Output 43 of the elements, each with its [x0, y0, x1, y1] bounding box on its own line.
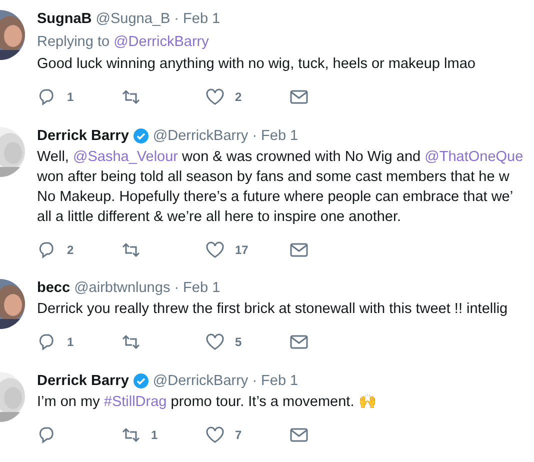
verified-badge-icon — [132, 128, 149, 144]
tweet-time[interactable]: · Feb 1 — [252, 370, 298, 392]
retweet-count: 1 — [151, 428, 158, 442]
heart-icon[interactable] — [205, 426, 225, 444]
retweet-icon[interactable] — [121, 88, 141, 106]
replying-label: Replying to — [37, 34, 110, 50]
mention-link[interactable]: @DerrickBarry — [114, 34, 209, 50]
retweet-icon[interactable] — [121, 426, 141, 444]
mention-link[interactable]: @Sasha_Velour — [73, 148, 178, 165]
tweet-time[interactable]: · Feb 1 — [174, 8, 220, 30]
like-count: 17 — [235, 242, 248, 257]
reply-count: 2 — [67, 242, 74, 257]
heart-icon[interactable] — [205, 332, 225, 351]
mail-icon[interactable] — [289, 426, 309, 444]
user-handle[interactable]: @DerrickBarry — [152, 370, 248, 392]
user-name[interactable]: Derrick Barry — [37, 370, 129, 392]
heart-icon[interactable] — [205, 88, 225, 106]
tweet-time[interactable]: · Feb 1 — [252, 124, 298, 147]
user-name[interactable]: SugnaB — [37, 8, 92, 30]
retweet-icon[interactable] — [121, 332, 141, 351]
reply-count: 1 — [67, 90, 74, 104]
user-name[interactable]: becc — [37, 276, 70, 299]
user-handle[interactable]: @airbtwnlungs — [74, 276, 170, 299]
mention-link[interactable]: @ThatOneQue — [424, 148, 524, 165]
verified-badge-icon — [132, 373, 149, 390]
user-handle[interactable]: @DerrickBarry — [152, 124, 248, 147]
tweet-text: Well, @Sasha_Velour won & was crowned with No Wig and @ThatOneQue won after being told all season by fans and some cast members that he w No Makeup. Hopefully there’s a future where people can embrace that we’ all a little different & we’re all here to inspire one another. — [37, 148, 524, 227]
user-handle[interactable]: @Sugna_B — [96, 8, 170, 30]
mail-icon[interactable] — [289, 88, 309, 106]
mention-link[interactable]: #StillDrag — [104, 394, 167, 410]
tweet-time[interactable]: · Feb 1 — [174, 276, 220, 299]
user-name[interactable]: Derrick Barry — [37, 124, 129, 147]
mail-icon[interactable] — [289, 332, 309, 351]
like-count: 2 — [235, 90, 242, 104]
mail-icon[interactable] — [289, 240, 309, 259]
tweet-text: Derrick you really threw the first brick at stonewall with this tweet !! intellig — [37, 300, 509, 319]
reply-count: 1 — [67, 334, 74, 349]
like-count: 5 — [235, 334, 242, 349]
like-count: 7 — [235, 428, 242, 442]
tweet-text: Good luck winning anything with no wig, tuck, heels or makeup lmao — [37, 55, 476, 74]
heart-icon[interactable] — [205, 240, 225, 259]
retweet-icon[interactable] — [121, 240, 141, 259]
tweet-text: I’m on my #StillDrag promo tour. It’s a movement. 🙌 — [37, 393, 378, 412]
